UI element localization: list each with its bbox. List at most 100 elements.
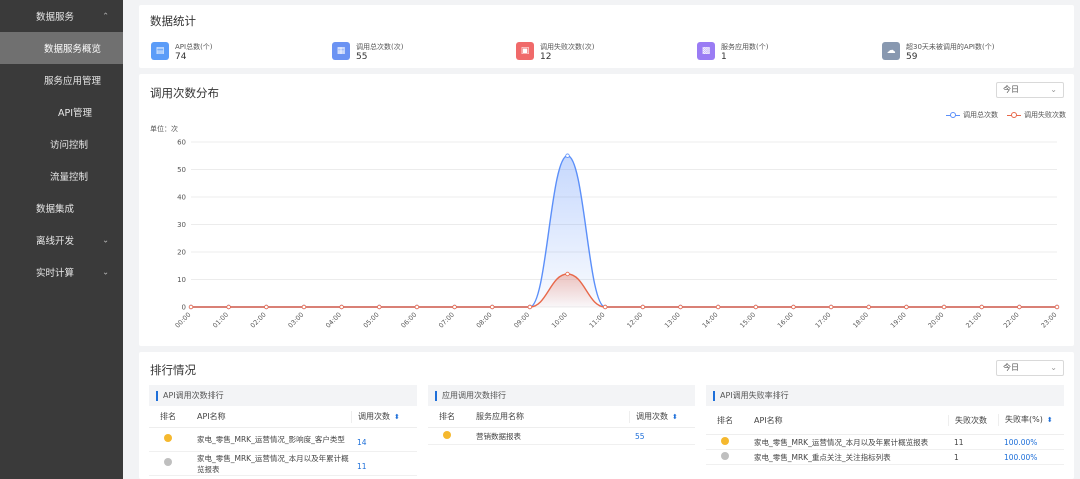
data-point (565, 271, 570, 277)
error-doc-icon: ▣ (516, 42, 534, 60)
sort-by-calls[interactable]: 调用次数 ⬍ (351, 410, 417, 423)
x-tick-label: 06:00 (399, 311, 418, 330)
sidebar-item-flow-control[interactable]: 流量控制 (0, 160, 123, 192)
api-fail-ranking-table: API调用失败率排行 排名 API名称 失败次数 失败率(%) ⬍ 家电_零售_M… (706, 385, 1064, 465)
series-area-1 (191, 274, 1057, 307)
stat-app-count: ▩ 服务应用数(个) 1 (697, 42, 768, 63)
table-header: API调用次数排行 (149, 385, 417, 406)
table-row[interactable]: 家电_零售_MRK_运营情况_影响度_客户类型 14 (149, 428, 417, 452)
table-columns: 排名 API名称 调用次数 ⬍ (149, 406, 417, 428)
x-tick-label: 10:00 (550, 311, 569, 330)
data-point (452, 304, 457, 310)
x-tick-label: 08:00 (475, 311, 494, 330)
data-point (602, 304, 608, 310)
chevron-up-icon: ⌃ (102, 11, 109, 21)
data-point (791, 304, 796, 310)
cloud-icon: ☁ (882, 42, 900, 60)
data-point (1054, 304, 1060, 310)
app-call-ranking-table: 应用调用次数排行 排名 服务应用名称 调用次数 ⬍ 营销数据报表 55 (428, 385, 695, 445)
table-header: 应用调用次数排行 (428, 385, 695, 406)
x-tick-label: 13:00 (663, 311, 682, 330)
x-tick-label: 20:00 (927, 311, 946, 330)
series-area-0 (191, 155, 1057, 307)
y-tick-label: 60 (177, 139, 186, 147)
sidebar: 数据服务 ⌃ 数据服务概览 服务应用管理 API管理 访问控制 流量控制 数据集… (0, 0, 123, 479)
data-point (565, 153, 570, 158)
data-point (715, 304, 721, 310)
sidebar-item-api-management[interactable]: API管理 (0, 96, 123, 128)
gold-medal-icon (164, 434, 172, 442)
x-tick-label: 22:00 (1002, 311, 1021, 330)
y-tick-label: 30 (177, 221, 186, 229)
stat-call-total: ▦ 调用总次数(次) 55 (332, 42, 403, 63)
ranking-title: 排行情况 (150, 363, 196, 377)
y-tick-label: 20 (177, 249, 186, 257)
x-tick-label: 09:00 (512, 311, 531, 330)
data-point (301, 304, 307, 310)
x-tick-label: 12:00 (625, 311, 644, 330)
x-tick-label: 02:00 (249, 311, 268, 330)
x-tick-label: 03:00 (286, 311, 305, 330)
x-tick-label: 15:00 (738, 311, 757, 330)
data-point (828, 304, 834, 310)
table-row[interactable]: 家电_零售_MRK_重点关注_关注指标列表 1 100.00% (706, 450, 1064, 465)
x-tick-label: 05:00 (362, 311, 381, 330)
sort-icon: ⬍ (394, 412, 400, 421)
chevron-down-icon: ⌄ (102, 267, 109, 277)
x-tick-label: 14:00 (701, 311, 720, 330)
data-point (264, 304, 269, 310)
data-point (414, 304, 420, 310)
sidebar-item-realtime[interactable]: 实时计算 ⌄ (0, 256, 123, 288)
x-tick-label: 01:00 (211, 311, 230, 330)
gold-medal-icon (443, 430, 451, 439)
data-point (490, 304, 495, 310)
series-line-0 (191, 155, 1057, 308)
x-tick-label: 21:00 (964, 311, 983, 330)
table-header: API调用失败率排行 (706, 385, 1064, 406)
silver-medal-icon (721, 451, 729, 460)
folder-icon: ▤ (151, 42, 169, 60)
data-point (979, 304, 984, 310)
table-row[interactable]: 家电_零售_MRK_运营情况_本月以及年累计概览报表 11 (149, 452, 417, 476)
table-row[interactable]: 家电_零售_MRK_运营情况_本月以及年累计概览报表 11 100.00% (706, 435, 1064, 450)
x-tick-label: 16:00 (776, 311, 795, 330)
x-tick-label: 17:00 (814, 311, 833, 330)
series-line-1 (191, 273, 1057, 308)
data-point (678, 304, 683, 310)
sort-by-app-calls[interactable]: 调用次数 ⬍ (629, 410, 695, 423)
x-tick-label: 04:00 (324, 311, 343, 330)
sort-icon: ⬍ (672, 412, 678, 421)
x-tick-label: 19:00 (889, 311, 908, 330)
data-point (866, 304, 871, 310)
chevron-down-icon: ⌄ (1050, 363, 1057, 372)
data-point (753, 304, 758, 310)
chevron-down-icon: ⌄ (102, 235, 109, 245)
stat-idle-api: ☁ 超30天未被调用的API数(个) 59 (882, 42, 994, 63)
x-tick-label: 07:00 (437, 311, 456, 330)
ranking-period-select[interactable]: 今日 ⌄ (996, 360, 1064, 376)
x-tick-label: 00:00 (174, 311, 193, 330)
calendar-icon: ▦ (332, 42, 350, 60)
stat-call-fail: ▣ 调用失败次数(次) 12 (516, 42, 594, 63)
data-point (941, 304, 947, 310)
y-tick-label: 40 (177, 194, 186, 202)
y-tick-label: 50 (177, 166, 186, 174)
data-point (377, 304, 382, 310)
data-point (527, 304, 533, 310)
data-point (226, 304, 231, 310)
stats-title: 数据统计 (150, 14, 196, 28)
api-call-ranking-table: API调用次数排行 排名 API名称 调用次数 ⬍ 家电_零售_MRK_运营情况_… (149, 385, 417, 476)
data-point (640, 304, 646, 310)
sidebar-item-access-control[interactable]: 访问控制 (0, 128, 123, 160)
call-distribution-chart: 0 10 20 30 40 50 60 00:00 01:00 02:00 03:00 04:00 05… (174, 139, 1060, 330)
grid-icon: ▩ (697, 42, 715, 60)
table-row[interactable]: 营销数据报表 55 (428, 428, 695, 445)
y-tick-label: 0 (182, 304, 186, 312)
sidebar-item-overview[interactable]: 数据服务概览 (0, 32, 123, 64)
sort-by-fail-rate[interactable]: 失败率(%) ⬍ (998, 414, 1064, 426)
sidebar-item-data-integration[interactable]: 数据集成 (0, 192, 123, 224)
stats-panel: 数据统计 ▤ API总数(个) 74 ▦ 调用总次数(次) 55 ▣ 调用失败次数(… (139, 5, 1074, 68)
sidebar-item-offline-dev[interactable]: 离线开发 ⌄ (0, 224, 123, 256)
sidebar-item-app-management[interactable]: 服务应用管理 (0, 64, 123, 96)
sidebar-item-data-service[interactable]: 数据服务 ⌃ (0, 0, 123, 32)
